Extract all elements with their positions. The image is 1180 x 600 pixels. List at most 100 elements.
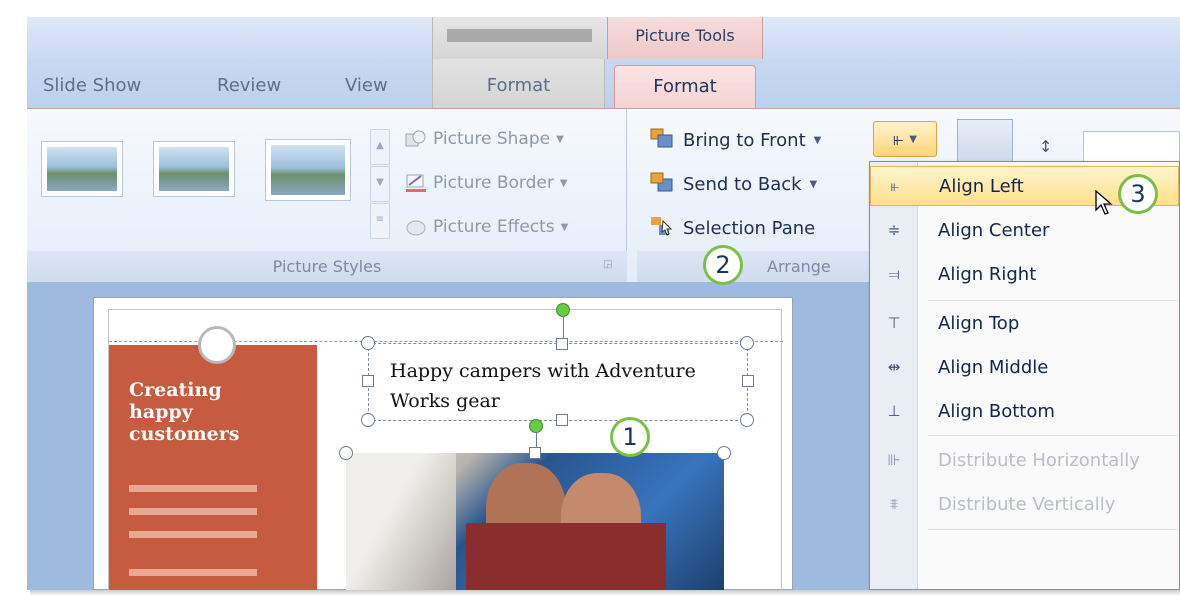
slide-content: Creating happy customers Happy campers w… [108,303,783,590]
ribbon-tab-row: Slide Show Review View Format Format [27,59,1180,109]
panel-text-line: customers [129,423,240,445]
tab-review[interactable]: Review [217,75,281,96]
caption-textbox[interactable]: Happy campers with Adventure Works gear [368,343,748,421]
menu-item-distribute-vertically[interactable]: ⩨ Distribute Vertically [870,484,1179,524]
menu-item-label: Align Center [938,219,1050,241]
gallery-scroll-buttons: ▲ ▼ ≡ [370,129,390,239]
mouse-pointer-icon [1095,189,1117,218]
menu-item-align-bottom[interactable]: ⊥ Align Bottom [870,391,1179,431]
dropdown-arrow-icon: ▼ [556,133,564,145]
callout-step-3: 3 [1118,174,1158,214]
picture-effects-button[interactable]: Picture Effects ▼ [405,217,568,237]
callout-step-2: 2 [703,245,743,285]
menu-item-distribute-horizontally[interactable]: ⊪ Distribute Horizontally [870,440,1179,480]
menu-item-label: Distribute Vertically [938,493,1116,515]
caption-line: Works gear [390,390,500,412]
align-center-icon: ≑ [887,221,901,239]
menu-item-label: Align Left [939,175,1024,197]
height-icon: ↕ [1039,137,1053,156]
picture-effects-icon [405,217,427,237]
align-left-icon: ⫦ [890,177,900,195]
decorative-stripe [129,508,257,515]
menu-separator [928,529,1179,530]
picture-border-label: Picture Border [433,173,554,193]
dropdown-arrow-icon: ▼ [809,179,818,190]
decorative-circle [198,326,236,364]
panel-text: Creating happy customers [129,379,239,445]
picture-style-thumbnail[interactable] [265,139,351,201]
resize-handle[interactable] [556,338,568,350]
dropdown-arrow-icon: ▼ [813,135,822,146]
align-bottom-icon: ⊥ [887,402,901,420]
menu-item-label: Align Middle [938,356,1049,378]
picture-effects-label: Picture Effects [433,217,555,237]
landscape-preview [159,147,229,191]
align-dropdown-menu: ⫦ Align Left ≑ Align Center ⫤ Align Right ⊤… [869,161,1180,590]
send-to-back-icon [649,171,675,198]
resize-handle[interactable] [717,446,731,460]
picture-tools-context: Picture Tools [607,17,763,59]
align-top-icon: ⊤ [887,314,901,332]
resize-handle[interactable] [339,446,353,460]
contextual-tab-bar: Picture Tools [27,17,1180,59]
picture-border-icon [405,173,427,193]
gallery-scroll-up-button[interactable]: ▲ [370,129,390,165]
resize-handle[interactable] [361,413,375,427]
dialog-launcher-icon[interactable]: ◲ [603,259,612,270]
resize-handle[interactable] [740,336,754,350]
align-right-icon: ⫤ [888,265,900,283]
tab-slide-show[interactable]: Slide Show [43,75,141,96]
selection-pane-label: Selection Pane [683,218,816,239]
picture-border-button[interactable]: Picture Border ▼ [405,173,568,193]
campers-photo[interactable] [346,453,724,590]
resize-handle[interactable] [740,413,754,427]
tab-format-drawing[interactable]: Format [432,59,605,108]
powerpoint-window: Picture Tools Slide Show Review View For… [27,17,1180,590]
picture-styles-group-label: Picture Styles [27,251,627,283]
landscape-preview [271,145,345,195]
picture-shape-button[interactable]: Picture Shape ▼ [405,129,564,149]
menu-item-align-middle[interactable]: ⇹ Align Middle [870,347,1179,387]
menu-item-align-top[interactable]: ⊤ Align Top [870,303,1179,343]
callout-step-1: 1 [610,417,650,457]
screenshot-frame: Picture Tools Slide Show Review View For… [0,0,1180,600]
align-left-icon: ⫦ [893,128,904,150]
rotation-handle[interactable] [529,419,543,433]
menu-item-align-center[interactable]: ≑ Align Center [870,210,1179,250]
tab-format-picture[interactable]: Format [614,65,756,109]
distribute-horizontally-icon: ⊪ [887,451,901,469]
menu-item-label: Align Right [938,263,1037,285]
resize-handle[interactable] [556,414,568,426]
caption-line: Happy campers with Adventure [390,360,696,382]
menu-item-label: Align Bottom [938,400,1055,422]
menu-separator [928,300,1179,301]
redacted-context-label [447,29,592,42]
landscape-preview [47,147,117,191]
panel-text-line: Creating [129,379,222,401]
resize-handle[interactable] [529,447,541,459]
picture-tools-label: Picture Tools [635,26,735,45]
resize-handle[interactable] [361,336,375,350]
picture-style-thumbnail[interactable] [41,141,123,197]
title-panel[interactable]: Creating happy customers [109,345,317,590]
resize-handle[interactable] [742,375,754,387]
picture-style-thumbnail[interactable] [153,141,235,197]
dropdown-arrow-icon: ▼ [909,133,917,145]
caption-text: Happy campers with Adventure Works gear [390,356,696,416]
bring-to-front-icon [649,127,675,154]
panel-text-line: happy [129,401,193,423]
rotation-handle[interactable] [556,303,570,317]
gallery-scroll-down-button[interactable]: ▼ [370,166,390,202]
send-to-back-button[interactable]: Send to Back ▼ [649,171,817,198]
picture-shape-label: Picture Shape [433,129,551,149]
drawing-tools-context [432,17,605,59]
gallery-more-button[interactable]: ≡ [370,203,390,239]
menu-item-align-right[interactable]: ⫤ Align Right [870,254,1179,294]
picture-styles-group: ▲ ▼ ≡ Picture Shape ▼ Picture Border ▼ Pic… [27,109,627,283]
resize-handle[interactable] [362,375,374,387]
selection-pane-button[interactable]: Selection Pane [649,215,815,242]
slide[interactable]: Creating happy customers Happy campers w… [93,297,793,590]
tab-view[interactable]: View [345,75,388,96]
align-dropdown-button[interactable]: ⫦ ▼ [873,121,937,157]
bring-to-front-button[interactable]: Bring to Front ▼ [649,127,821,154]
